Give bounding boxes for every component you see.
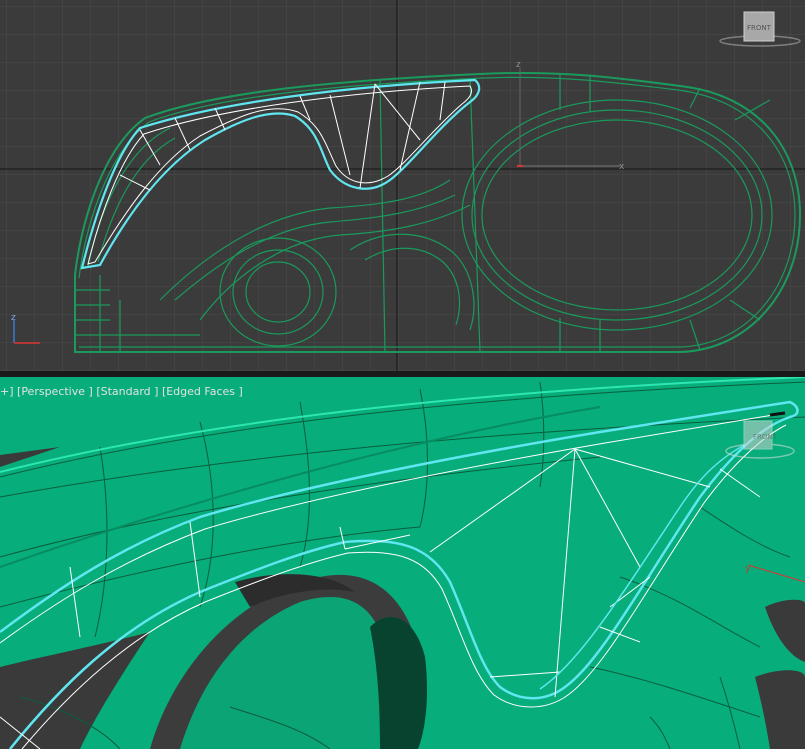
- grid: [0, 0, 805, 371]
- perspective-viewport-label: +] [Perspective ] [Standard ] [Edged Fac…: [0, 385, 243, 398]
- viewport-shading-menu[interactable]: Edged Faces: [166, 385, 235, 398]
- front-viewport-canvas[interactable]: z x z FRONT: [0, 0, 805, 371]
- triad-z-label: z: [11, 313, 16, 323]
- viewport-standard-menu[interactable]: Standard: [101, 385, 151, 398]
- perspective-viewport[interactable]: y FRONT: [0, 377, 805, 749]
- viewport-plus-menu[interactable]: +: [0, 385, 9, 398]
- gizmo-z-label: z: [516, 60, 521, 70]
- perspective-viewcube-label[interactable]: FRONT: [753, 433, 778, 441]
- gizmo-x-label: x: [619, 162, 625, 172]
- gizmo-y-label: y: [745, 564, 751, 574]
- front-viewport[interactable]: z x z FRONT: [0, 0, 805, 371]
- viewcube-face-label[interactable]: FRONT: [747, 24, 772, 32]
- perspective-viewport-canvas[interactable]: y FRONT: [0, 377, 805, 749]
- viewport-point-of-view-menu[interactable]: Perspective: [21, 385, 85, 398]
